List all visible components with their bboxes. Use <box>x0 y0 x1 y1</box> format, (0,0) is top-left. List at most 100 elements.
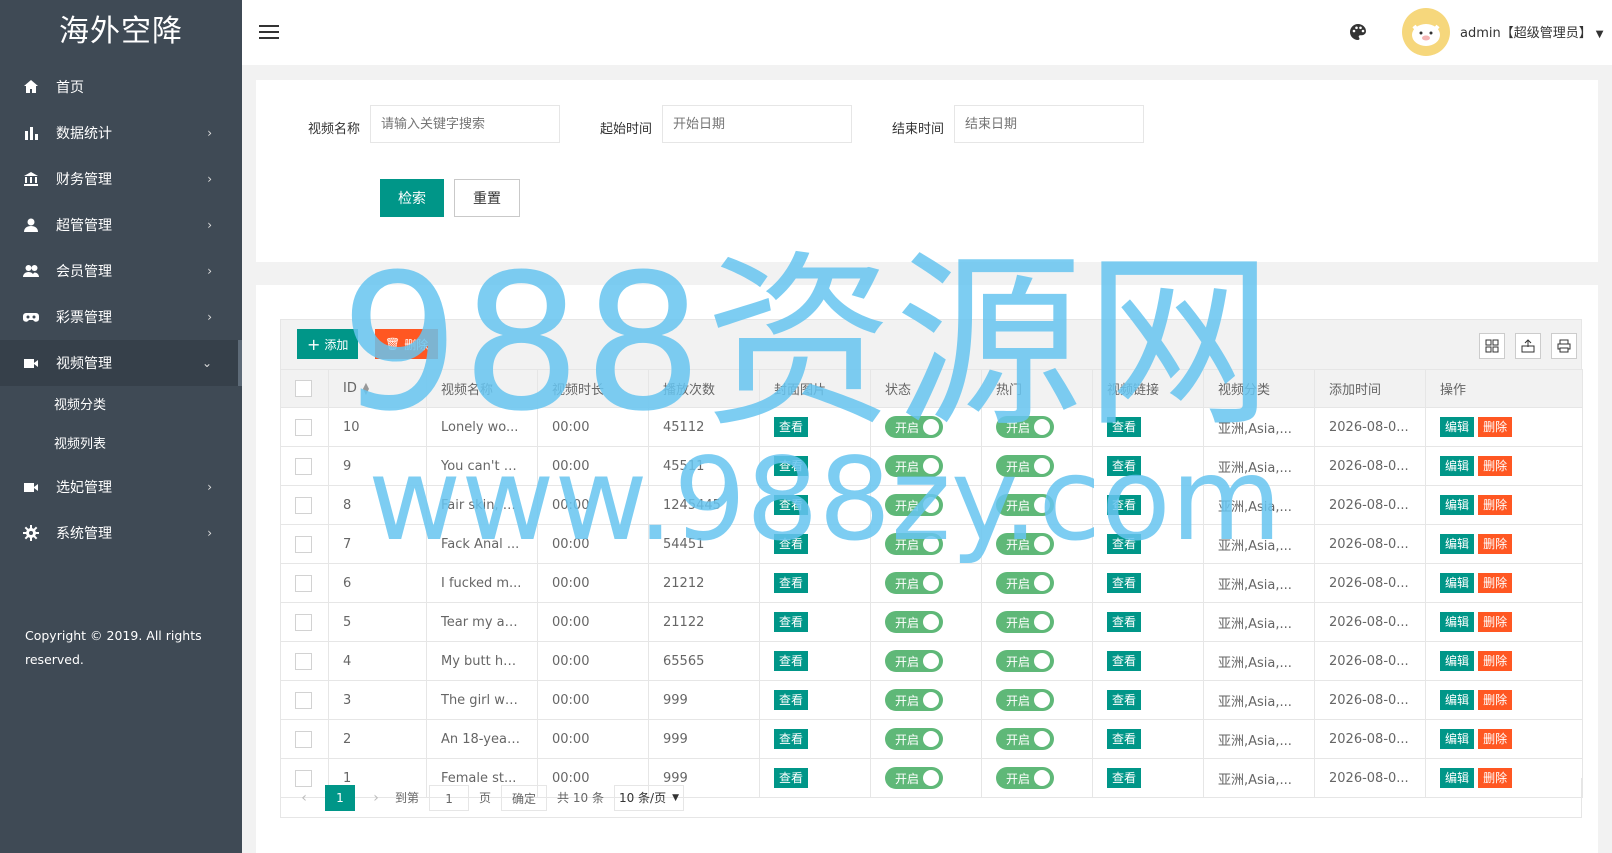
delete-button[interactable]: 删除 <box>1478 651 1513 671</box>
delete-button[interactable]: 删除 <box>1478 729 1513 749</box>
hot-toggle[interactable]: 开启 <box>996 533 1054 555</box>
hot-toggle[interactable]: 开启 <box>996 689 1054 711</box>
theme-palette-icon[interactable] <box>1348 22 1368 42</box>
status-toggle[interactable]: 开启 <box>885 533 943 555</box>
menu-toggle-icon[interactable] <box>259 25 279 41</box>
row-checkbox[interactable] <box>295 613 312 631</box>
view-cover-button[interactable]: 查看 <box>774 729 809 749</box>
row-checkbox[interactable] <box>295 652 312 670</box>
current-page[interactable]: 1 <box>325 784 355 811</box>
hot-toggle[interactable]: 开启 <box>996 650 1054 672</box>
edit-button[interactable]: 编辑 <box>1440 495 1475 515</box>
confirm-button[interactable]: 确定 <box>501 784 548 811</box>
col-id[interactable]: ID ▲ ▼ <box>328 369 427 408</box>
sidebar-item-9[interactable]: 系统管理 › <box>0 510 242 556</box>
hot-toggle[interactable]: 开启 <box>996 494 1054 516</box>
sidebar-item-1[interactable]: 首页 <box>0 64 242 110</box>
view-link-button[interactable]: 查看 <box>1107 495 1142 515</box>
view-link-button[interactable]: 查看 <box>1107 417 1142 437</box>
delete-button[interactable]: 删除 <box>1478 612 1513 632</box>
hot-toggle[interactable]: 开启 <box>996 611 1054 633</box>
view-link-button[interactable]: 查看 <box>1107 456 1142 476</box>
status-toggle[interactable]: 开启 <box>885 494 943 516</box>
user-menu[interactable]: admin【超级管理员】 ▼ <box>1460 22 1603 41</box>
sidebar-item-7[interactable]: 视频管理 ⌄ <box>0 340 242 386</box>
row-checkbox[interactable] <box>295 691 312 709</box>
delete-button[interactable]: 删除 <box>1478 690 1513 710</box>
goto-page-input[interactable]: 1 <box>429 784 470 811</box>
hot-toggle[interactable]: 开启 <box>996 455 1054 477</box>
view-cover-button[interactable]: 查看 <box>774 534 809 554</box>
edit-button[interactable]: 编辑 <box>1440 573 1475 593</box>
sort-icon[interactable]: ▲ ▼ <box>363 381 369 395</box>
status-toggle[interactable]: 开启 <box>885 572 943 594</box>
view-cover-button[interactable]: 查看 <box>774 456 809 476</box>
hot-toggle[interactable]: 开启 <box>996 728 1054 750</box>
search-button[interactable]: 检索 <box>380 179 444 217</box>
hot-toggle[interactable]: 开启 <box>996 416 1054 438</box>
sidebar-item-3[interactable]: 财务管理 › <box>0 156 242 202</box>
add-button[interactable]: + 添加 <box>297 329 359 359</box>
status-toggle[interactable]: 开启 <box>885 611 943 633</box>
prev-page-icon[interactable]: ‹ <box>293 790 315 806</box>
view-cover-button[interactable]: 查看 <box>774 495 809 515</box>
status-toggle[interactable]: 开启 <box>885 416 943 438</box>
view-link-button[interactable]: 查看 <box>1107 651 1142 671</box>
delete-button[interactable]: 删除 <box>1478 534 1513 554</box>
row-checkbox[interactable] <box>295 496 312 514</box>
sidebar-item-4[interactable]: 超管管理 › <box>0 202 242 248</box>
row-checkbox[interactable] <box>295 535 312 553</box>
select-all-checkbox[interactable] <box>295 380 312 397</box>
page-size-select[interactable]: 10 条/页 ▼ <box>613 784 685 811</box>
row-checkbox[interactable] <box>295 574 312 592</box>
sidebar-item-5[interactable]: 会员管理 › <box>0 248 242 294</box>
status-toggle[interactable]: 开启 <box>885 650 943 672</box>
view-link-button[interactable]: 查看 <box>1107 612 1142 632</box>
view-cover-button[interactable]: 查看 <box>774 417 809 437</box>
view-link-button[interactable]: 查看 <box>1107 729 1142 749</box>
view-link-button[interactable]: 查看 <box>1107 573 1142 593</box>
row-checkbox[interactable] <box>295 418 312 436</box>
start-date-input[interactable] <box>662 105 852 143</box>
row-checkbox[interactable] <box>295 730 312 748</box>
edit-button[interactable]: 编辑 <box>1440 612 1475 632</box>
delete-button[interactable]: 删除 <box>1478 417 1513 437</box>
edit-button[interactable]: 编辑 <box>1440 690 1475 710</box>
export-icon[interactable] <box>1515 333 1541 359</box>
view-cover-button[interactable]: 查看 <box>774 573 809 593</box>
view-link-button[interactable]: 查看 <box>1107 690 1142 710</box>
view-link-button[interactable]: 查看 <box>1107 534 1142 554</box>
view-cover-button[interactable]: 查看 <box>774 690 809 710</box>
edit-button[interactable]: 编辑 <box>1440 534 1475 554</box>
row-checkbox[interactable] <box>295 457 312 475</box>
status-toggle[interactable]: 开启 <box>885 689 943 711</box>
submenu-item[interactable]: 视频分类 <box>0 386 242 425</box>
view-cover-button[interactable]: 查看 <box>774 651 809 671</box>
edit-button[interactable]: 编辑 <box>1440 417 1475 437</box>
reset-button[interactable]: 重置 <box>454 179 520 217</box>
columns-filter-icon[interactable] <box>1479 333 1505 359</box>
sidebar-item-8[interactable]: 选妃管理 › <box>0 464 242 510</box>
cell-actions: 编辑 删除 <box>1425 446 1583 486</box>
row-select-cell <box>280 563 329 603</box>
batch-delete-button[interactable]: 🗑 删除 <box>375 329 439 359</box>
edit-button[interactable]: 编辑 <box>1440 729 1475 749</box>
edit-button[interactable]: 编辑 <box>1440 651 1475 671</box>
submenu-item[interactable]: 视频列表 <box>0 425 242 464</box>
print-icon[interactable] <box>1551 333 1577 359</box>
next-page-icon[interactable]: › <box>365 790 387 806</box>
delete-button[interactable]: 删除 <box>1478 456 1513 476</box>
delete-button[interactable]: 删除 <box>1478 573 1513 593</box>
cell-actions: 编辑 删除 <box>1425 524 1583 564</box>
video-name-input[interactable] <box>370 105 560 143</box>
edit-button[interactable]: 编辑 <box>1440 456 1475 476</box>
avatar[interactable] <box>1402 8 1450 56</box>
delete-button[interactable]: 删除 <box>1478 495 1513 515</box>
view-cover-button[interactable]: 查看 <box>774 612 809 632</box>
end-date-input[interactable] <box>954 105 1144 143</box>
status-toggle[interactable]: 开启 <box>885 455 943 477</box>
status-toggle[interactable]: 开启 <box>885 728 943 750</box>
hot-toggle[interactable]: 开启 <box>996 572 1054 594</box>
sidebar-item-6[interactable]: 彩票管理 › <box>0 294 242 340</box>
sidebar-item-2[interactable]: 数据统计 › <box>0 110 242 156</box>
